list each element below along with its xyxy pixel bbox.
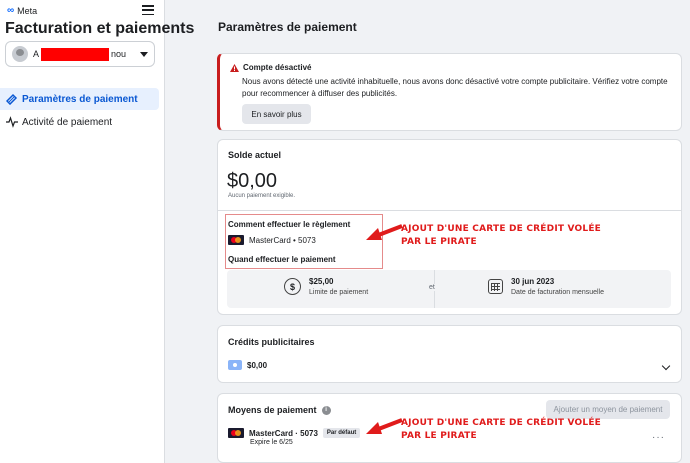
credit-coin-icon	[228, 360, 242, 370]
avatar	[12, 46, 28, 62]
info-icon[interactable]: i	[321, 405, 331, 415]
payment-method-label: MasterCard · 5073	[249, 428, 318, 438]
calendar-icon	[488, 279, 503, 294]
alert-title-text: Compte désactivé	[243, 63, 312, 72]
payment-limit-label: Limite de paiement	[309, 289, 369, 296]
balance-amount: $0,00	[227, 170, 278, 192]
redaction-box	[41, 47, 110, 61]
credits-title: Crédits publicitaires	[228, 337, 315, 347]
card-icon	[6, 93, 18, 105]
billing-date-label: Date de facturation mensuelle	[511, 289, 604, 296]
card-expiry: Expire le 6/25	[250, 439, 293, 446]
payment-method-row[interactable]: MasterCard · 5073 Par défaut	[228, 428, 361, 438]
annotation-line: AJOUT D'UNE CARTE DE CRÉDIT VOLÉE	[401, 418, 602, 428]
brand-name: Meta	[17, 5, 38, 16]
account-disabled-alert: Compte désactivé Nous avons détecté une …	[217, 53, 682, 131]
dollar-icon: $	[284, 278, 301, 295]
more-options-icon[interactable]: ···	[652, 432, 665, 443]
page-title: Paramètres de paiement	[218, 20, 357, 34]
alert-message: Nous avons détecté une activité inhabitu…	[242, 77, 668, 98]
annotation-line: PAR LE PIRATE	[401, 431, 477, 441]
billing-date-cell: 30 jun 2023 Date de facturation mensuell…	[488, 277, 604, 296]
meta-logo-icon: ∞	[7, 5, 15, 16]
sidebar-item-label: Activité de paiement	[22, 116, 113, 128]
menu-icon[interactable]	[142, 5, 154, 15]
alert-title: Compte désactivé	[230, 63, 311, 72]
learn-more-button[interactable]: En savoir plus	[242, 104, 311, 124]
annotation-arrow-icon	[366, 224, 403, 240]
account-name-suffix: nou	[111, 49, 127, 59]
and-label: et	[428, 284, 436, 291]
credits-amount: $0,00	[247, 360, 268, 370]
annotation-line: AJOUT D'UNE CARTE DE CRÉDIT VOLÉE	[401, 224, 602, 234]
annotation-note-2: AJOUT D'UNE CARTE DE CRÉDIT VOLÉE PAR LE…	[401, 417, 601, 443]
mastercard-icon	[228, 428, 244, 438]
divider	[218, 210, 681, 211]
caret-down-icon	[140, 51, 148, 57]
balance-title: Solde actuel	[228, 150, 282, 160]
payment-card-row[interactable]: MasterCard • 5073	[228, 235, 316, 245]
payment-limit-cell: $ $25,00 Limite de paiement	[284, 277, 368, 296]
payment-limit-value: $25,00	[309, 277, 334, 286]
balance-subtitle: Aucun paiement exigible.	[228, 193, 296, 199]
chevron-down-icon[interactable]	[661, 361, 671, 371]
payment-info-panel: $ $25,00 Limite de paiement et 30 jun 20…	[227, 270, 671, 308]
annotation-note-1: AJOUT D'UNE CARTE DE CRÉDIT VOLÉE PAR LE…	[401, 223, 601, 249]
sidebar-item-payment-settings[interactable]: Paramètres de paiement	[0, 88, 159, 110]
account-name-initial: A	[33, 49, 40, 59]
annotation-arrow-icon	[366, 418, 403, 434]
credits-row: $0,00	[228, 360, 267, 370]
when-to-pay-label: Quand effectuer le paiement	[228, 255, 336, 264]
sidebar-title: Facturation et paiements	[5, 20, 195, 37]
meta-brand: ∞ Meta	[7, 5, 37, 16]
sidebar-item-label: Paramètres de paiement	[22, 93, 138, 105]
sidebar-item-payment-activity[interactable]: Activité de paiement	[0, 111, 159, 133]
card-label: MasterCard • 5073	[249, 235, 316, 245]
ad-credits-card[interactable]: Crédits publicitaires $0,00	[217, 325, 682, 383]
sidebar: ∞ Meta Facturation et paiements A nou Pa…	[0, 0, 194, 463]
warning-icon	[230, 63, 239, 72]
mastercard-icon	[228, 235, 244, 245]
account-selector[interactable]: A nou	[5, 41, 155, 67]
how-to-pay-label: Comment effectuer le règlement	[228, 220, 351, 229]
default-badge: Par défaut	[322, 428, 361, 438]
annotation-line: PAR LE PIRATE	[401, 237, 477, 247]
activity-pulse-icon	[6, 116, 18, 128]
payment-methods-title-text: Moyens de paiement	[228, 405, 317, 415]
billing-date-value: 30 jun 2023	[511, 277, 555, 286]
payment-methods-title: Moyens de paiement i	[228, 405, 331, 415]
